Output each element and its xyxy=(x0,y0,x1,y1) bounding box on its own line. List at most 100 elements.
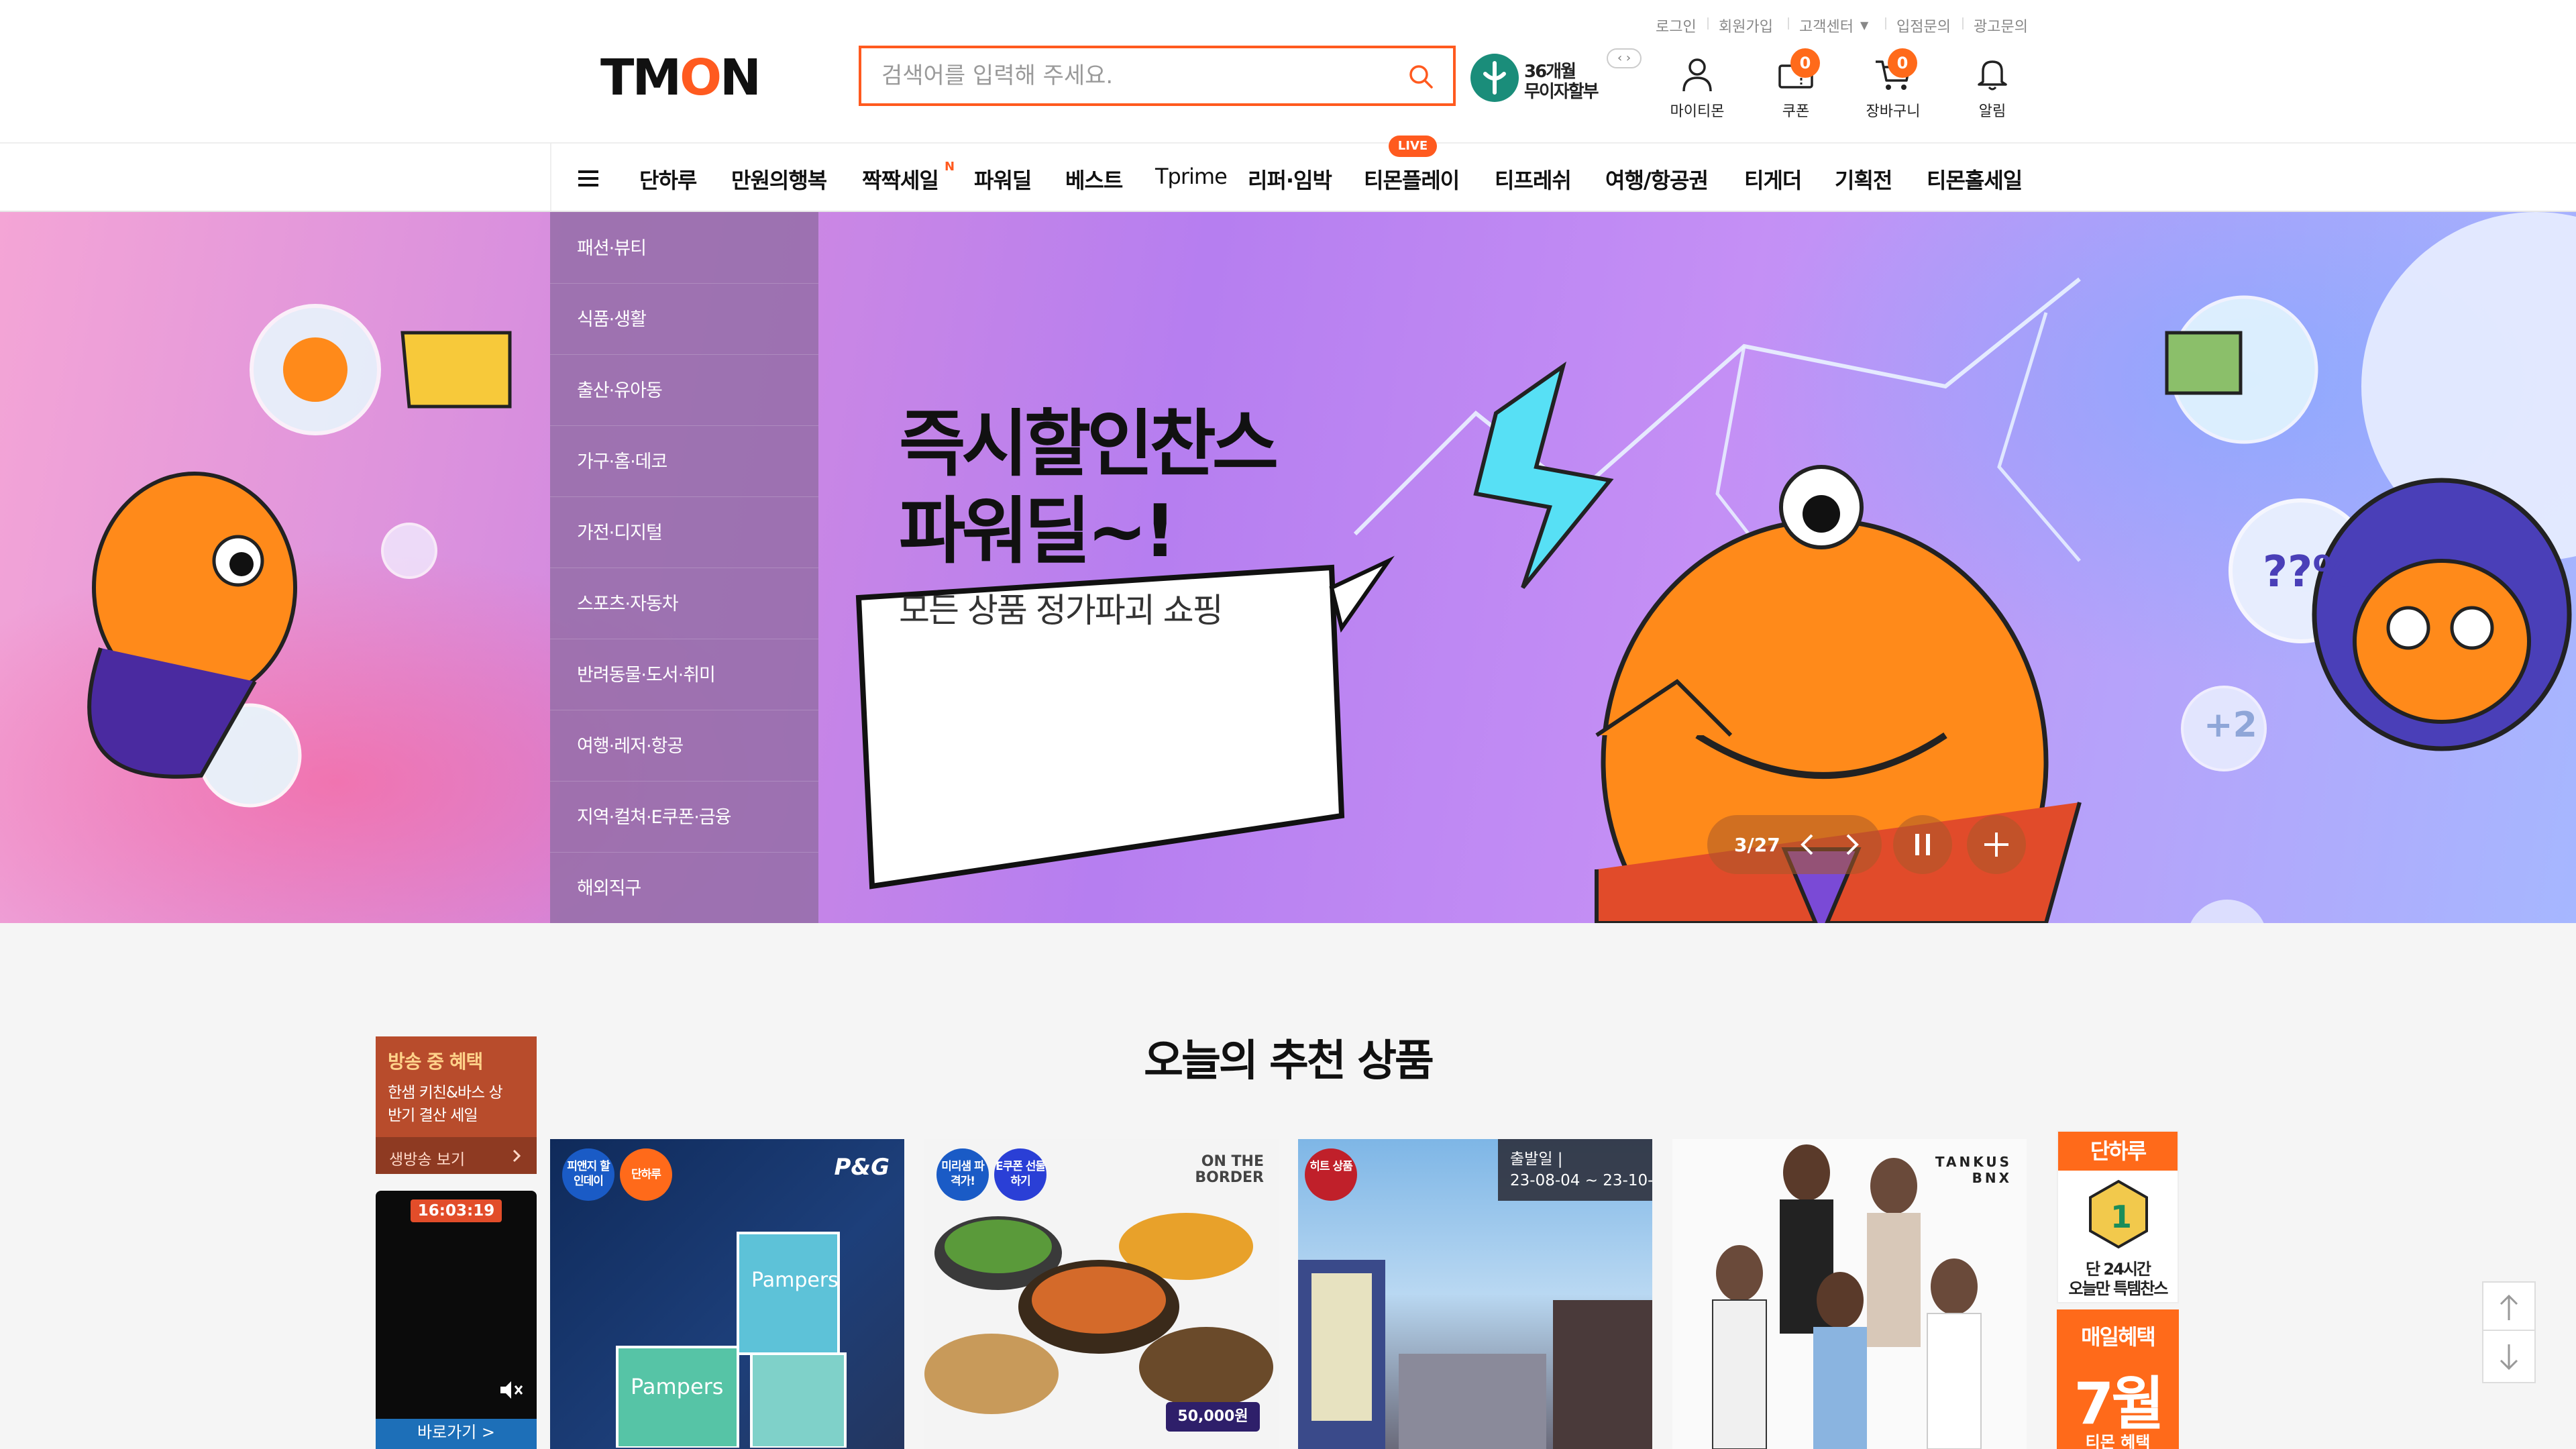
search-box xyxy=(859,46,1456,106)
product-date-label: 출발일 | xyxy=(1510,1150,1563,1168)
banner-title-line2: 파워딜~! xyxy=(899,490,1177,574)
mytmon-button[interactable]: 마이티몬 xyxy=(1657,54,1737,121)
side-banner-line: 티몬 혜택 xyxy=(2085,1433,2151,1449)
notification-button[interactable]: 알림 xyxy=(1952,54,2033,121)
signup-link[interactable]: 회원가입 xyxy=(1719,15,1773,36)
svg-text:1: 1 xyxy=(2110,1199,2132,1235)
nav-item-tfresh[interactable]: 티프레쉬 xyxy=(1495,164,1572,195)
mytmon-label: 마이티몬 xyxy=(1670,103,1725,120)
category-item[interactable]: 지역·컬쳐·E쿠폰·금융 xyxy=(577,802,732,828)
live-benefit-desc: 한샘 키친&바스 상 xyxy=(388,1084,503,1102)
category-item[interactable]: 스포츠·자동차 xyxy=(577,589,679,615)
arrow-down-icon xyxy=(2500,1344,2518,1371)
calendar-one-icon: 1 xyxy=(2089,1179,2148,1249)
banner-subtitle: 모든 상품 정가파괴 쇼핑 xyxy=(899,591,1224,630)
nav-item-powerdeal[interactable]: 파워딜 xyxy=(974,164,1032,195)
product-date-range: 23-08-04 ~ 23-10-3 xyxy=(1510,1172,1652,1189)
category-item[interactable]: 여행·레저·항공 xyxy=(577,731,684,757)
live-benefit-desc: 반기 결산 세일 xyxy=(388,1107,478,1124)
product-image xyxy=(1712,1144,1982,1449)
product-card[interactable]: TANKUS BNX xyxy=(1672,1139,2027,1449)
live-go-button[interactable]: 바로가기 > xyxy=(376,1419,537,1449)
arrow-up-icon xyxy=(2500,1294,2518,1320)
side-banner-month: 7월 xyxy=(2074,1371,2165,1438)
product-date: 출발일 | 23-08-04 ~ 23-10-3 xyxy=(1498,1139,1652,1201)
banner-counter: 3/27 xyxy=(1734,834,1780,856)
seller-inquiry-link[interactable]: 입점문의 xyxy=(1896,15,1951,36)
banner-speech-bubble: 즉시할인찬스 파워딜~! 모든 상품 정가파괴 쇼핑 xyxy=(859,349,1368,684)
mute-icon[interactable] xyxy=(498,1379,525,1401)
nav-item-best[interactable]: 베스트 xyxy=(1065,164,1123,195)
side-banner-line: 오늘만 특템찬스 xyxy=(2068,1279,2169,1298)
tmon-logo[interactable]: TMON xyxy=(600,52,761,103)
nav-item-tgether[interactable]: 티게더 xyxy=(1744,164,1802,195)
ad-inquiry-link[interactable]: 광고문의 xyxy=(1974,15,2028,36)
category-item[interactable]: 패션·뷰티 xyxy=(577,233,647,260)
chevron-right-icon[interactable] xyxy=(1838,831,1865,858)
coupon-label: 쿠폰 xyxy=(1782,103,1810,120)
main-nav: 단하루 만원의행복 짝짝세일 N 파워딜 베스트 Tprime 리퍼·임박 티몬… xyxy=(0,142,2576,212)
category-menu-button[interactable] xyxy=(550,144,617,211)
search-input[interactable] xyxy=(881,48,1391,103)
new-mark: N xyxy=(945,160,955,174)
promo-line2: 무이자할부 xyxy=(1524,82,1599,102)
banner-pager: 3/27 xyxy=(1707,815,1882,874)
category-item[interactable]: 식품·생활 xyxy=(577,305,647,331)
nav-item-refurb[interactable]: 리퍼·임박 xyxy=(1248,164,1332,195)
product-tag: 단하루 xyxy=(620,1148,672,1201)
category-item[interactable]: 반려동물·도서·취미 xyxy=(577,660,716,686)
side-banner-monthly[interactable]: 매일혜택 7월 티몬 혜택 xyxy=(2057,1309,2179,1449)
nav-item-tmonplay[interactable]: 티몬플레이 xyxy=(1364,164,1460,195)
cart-button[interactable]: 0 장바구니 xyxy=(1853,48,1933,121)
category-item[interactable]: 출산·유아동 xyxy=(577,376,663,402)
cart-label: 장바구니 xyxy=(1866,103,1921,120)
product-card[interactable]: 미리샘 파격가! E쿠폰 선물하기 ON THE BORDER 50,000원 xyxy=(924,1139,1279,1449)
category-item[interactable]: 가구·홈·데코 xyxy=(577,447,667,473)
product-card[interactable]: 피앤지 할인데이 단하루 P&G Pampers Pampers xyxy=(550,1139,904,1449)
product-tag: 히트 상품 xyxy=(1305,1148,1357,1201)
nav-item-danharu[interactable]: 단하루 xyxy=(639,164,697,195)
header: 로그인 회원가입 고객센터 ▼ 입점문의 광고문의 TMON 36개월 무이자할… xyxy=(0,0,2576,142)
product-card[interactable]: 히트 상품 출발일 | 23-08-04 ~ 23-10-3 xyxy=(1298,1139,1652,1449)
nav-item-promo[interactable]: 기획전 xyxy=(1835,164,1892,195)
user-icon xyxy=(1682,58,1712,92)
promo-arrows[interactable]: ‹ › xyxy=(1607,48,1642,68)
installment-promo[interactable]: 36개월 무이자할부 xyxy=(1470,54,1605,102)
chevron-right-icon xyxy=(513,1149,521,1163)
bell-icon xyxy=(1978,60,2007,91)
product-tag: 미리샘 파격가! xyxy=(936,1148,989,1201)
live-video-player[interactable] xyxy=(376,1191,537,1419)
view-all-button[interactable] xyxy=(1967,815,2026,874)
divider xyxy=(1962,17,1964,30)
live-benefit-box[interactable]: 방송 중 혜택 한샘 키친&바스 상 반기 결산 세일 생방송 보기 xyxy=(376,1036,537,1174)
category-menu: 패션·뷰티 식품·생활 출산·유아동 가구·홈·데코 가전·디지털 스포츠·자동… xyxy=(550,212,818,923)
live-badge: LIVE xyxy=(1389,136,1437,157)
nav-item-tprime[interactable]: Tprime xyxy=(1155,164,1228,189)
nav-item-manwon[interactable]: 만원의행복 xyxy=(731,164,827,195)
nav-item-jjakjjak[interactable]: 짝짝세일 xyxy=(862,164,939,195)
svg-text:Pampers: Pampers xyxy=(631,1374,723,1399)
search-icon[interactable] xyxy=(1407,63,1434,90)
scroll-bottom-button[interactable] xyxy=(2482,1330,2536,1383)
pause-button[interactable] xyxy=(1893,815,1952,874)
notification-label: 알림 xyxy=(1978,103,2006,120)
nav-item-travel[interactable]: 여행/항공권 xyxy=(1605,164,1709,195)
category-item[interactable]: 가전·디지털 xyxy=(577,518,663,544)
cart-badge: 0 xyxy=(1888,48,1917,78)
category-item[interactable]: 해외직구 xyxy=(577,873,641,900)
login-link[interactable]: 로그인 xyxy=(1656,15,1697,36)
scroll-top-button[interactable] xyxy=(2482,1281,2536,1335)
side-banner-danharu[interactable]: 단하루 1 단 24시간 오늘만 특템찬스 xyxy=(2057,1130,2179,1303)
customer-center-link[interactable]: 고객센터 xyxy=(1799,15,1854,36)
product-brand: ON THE BORDER xyxy=(1195,1153,1264,1186)
live-watch-link[interactable]: 생방송 보기 xyxy=(376,1137,537,1174)
nav-item-wholesale[interactable]: 티몬홀세일 xyxy=(1927,164,2023,195)
plus-bubble-text: +2 xyxy=(2204,705,2257,745)
coupon-badge: 0 xyxy=(1790,48,1820,78)
coupon-button[interactable]: 0 쿠폰 xyxy=(1756,48,1836,121)
product-brand: P&G xyxy=(834,1154,890,1181)
plus-icon xyxy=(1984,833,2008,857)
chevron-left-icon[interactable] xyxy=(1794,831,1821,858)
live-benefit-header: 방송 중 혜택 xyxy=(388,1051,483,1073)
card-logo-icon xyxy=(1470,54,1519,102)
